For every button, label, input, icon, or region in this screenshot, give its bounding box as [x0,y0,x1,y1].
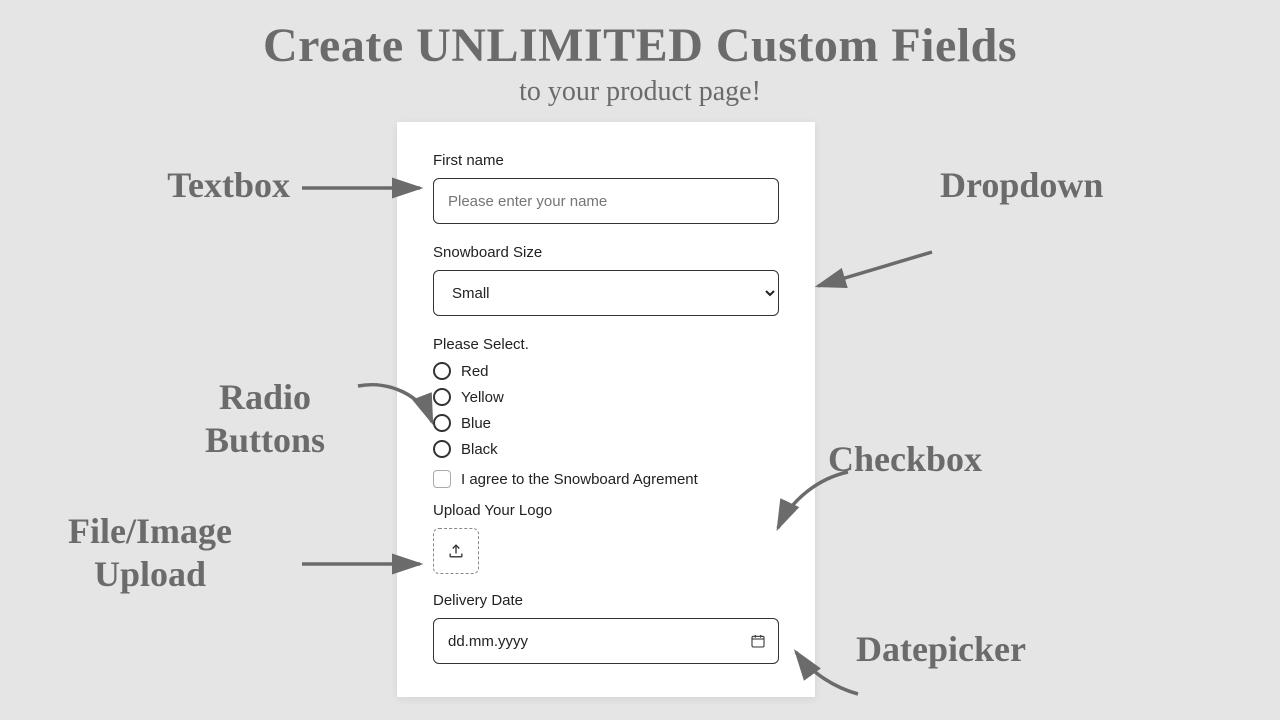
annotation-radio: Radio Buttons [160,376,370,462]
arrow-textbox [300,172,436,208]
agree-label: I agree to the Snowboard Agrement [461,471,698,488]
radio-option-label: Blue [461,415,491,432]
headline: Create UNLIMITED Custom Fields [0,18,1280,73]
arrow-datepicker [790,646,872,702]
radio-group-label: Please Select. [433,336,779,353]
size-select[interactable]: Small [433,270,779,316]
upload-label: Upload Your Logo [433,502,779,519]
radio-option-label: Red [461,363,489,380]
form-card: First name Snowboard Size Small Please S… [397,122,815,697]
radio-option-blue[interactable]: Blue [433,414,779,432]
date-value: dd.mm.yyyy [448,633,528,650]
date-label: Delivery Date [433,592,779,609]
size-label: Snowboard Size [433,244,779,261]
arrow-checkbox [770,468,860,538]
annotation-upload-line2: Upload [94,554,206,594]
radio-option-label: Yellow [461,389,504,406]
calendar-icon [750,633,766,649]
checkbox-icon [433,470,451,488]
subheadline: to your product page! [0,76,1280,108]
arrow-radio [350,378,446,434]
radio-option-red[interactable]: Red [433,362,779,380]
radio-option-black[interactable]: Black [433,440,779,458]
radio-icon [433,440,451,458]
annotation-upload-line1: File/Image [68,511,232,551]
first-name-label: First name [433,152,779,169]
upload-button[interactable] [433,528,479,574]
agree-checkbox-row[interactable]: I agree to the Snowboard Agrement [433,470,779,488]
annotation-datepicker: Datepicker [856,628,1156,671]
date-input[interactable]: dd.mm.yyyy [433,618,779,664]
arrow-dropdown [800,248,940,298]
arrow-upload [300,548,436,584]
radio-option-yellow[interactable]: Yellow [433,388,779,406]
upload-icon [446,541,466,561]
annotation-upload: File/Image Upload [0,510,300,596]
annotation-checkbox: Checkbox [828,438,1088,481]
radio-option-label: Black [461,441,498,458]
first-name-input[interactable] [433,178,779,224]
annotation-dropdown: Dropdown [940,164,1220,207]
annotation-textbox: Textbox [70,164,290,207]
annotation-radio-line1: Radio [219,377,311,417]
annotation-radio-line2: Buttons [205,420,325,460]
